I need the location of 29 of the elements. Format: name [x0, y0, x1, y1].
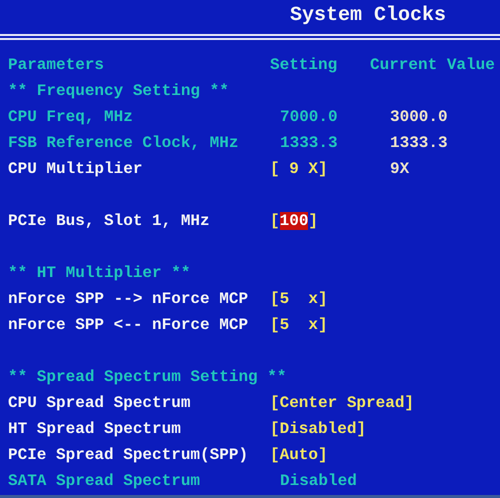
section-heading: ** Frequency Setting **	[8, 82, 229, 100]
setting-label: PCIe Spread Spectrum(SPP)	[8, 446, 248, 464]
setting-value[interactable]: [5 x]	[270, 290, 328, 308]
setting-label: CPU Freq, MHz	[8, 108, 133, 126]
setting-label: nForce SPP <-- nForce MCP	[8, 316, 248, 334]
setting-value[interactable]: [Auto]	[270, 446, 328, 464]
current-value: 1333.3	[390, 134, 448, 152]
section-heading: ** Spread Spectrum Setting **	[8, 368, 286, 386]
current-value: 3000.0	[390, 108, 448, 126]
setting-label: PCIe Bus, Slot 1, MHz	[8, 212, 210, 230]
column-header: Parameters	[8, 56, 104, 74]
setting-label: CPU Spread Spectrum	[8, 394, 190, 412]
setting-value[interactable]: [Disabled]	[270, 420, 366, 438]
setting-label: SATA Spread Spectrum	[8, 472, 200, 490]
window-title: System Clocks	[289, 3, 448, 29]
setting-value: 1333.3	[280, 134, 338, 152]
setting-value: Disabled	[280, 472, 357, 490]
setting-label: FSB Reference Clock, MHz	[8, 134, 238, 152]
section-heading: ** HT Multiplier **	[8, 264, 190, 282]
setting-value[interactable]: [ 9 X]	[270, 160, 328, 178]
setting-value[interactable]: [Center Spread]	[270, 394, 414, 412]
column-header: Current Value	[370, 56, 495, 74]
column-header: Setting	[270, 56, 338, 74]
setting-value[interactable]: [5 x]	[270, 316, 328, 334]
setting-label: HT Spread Spectrum	[8, 420, 181, 438]
setting-label: nForce SPP --> nForce MCP	[8, 290, 248, 308]
setting-label: CPU Multiplier	[8, 160, 142, 178]
current-value: 9X	[390, 160, 410, 178]
setting-value: 7000.0	[280, 108, 338, 126]
